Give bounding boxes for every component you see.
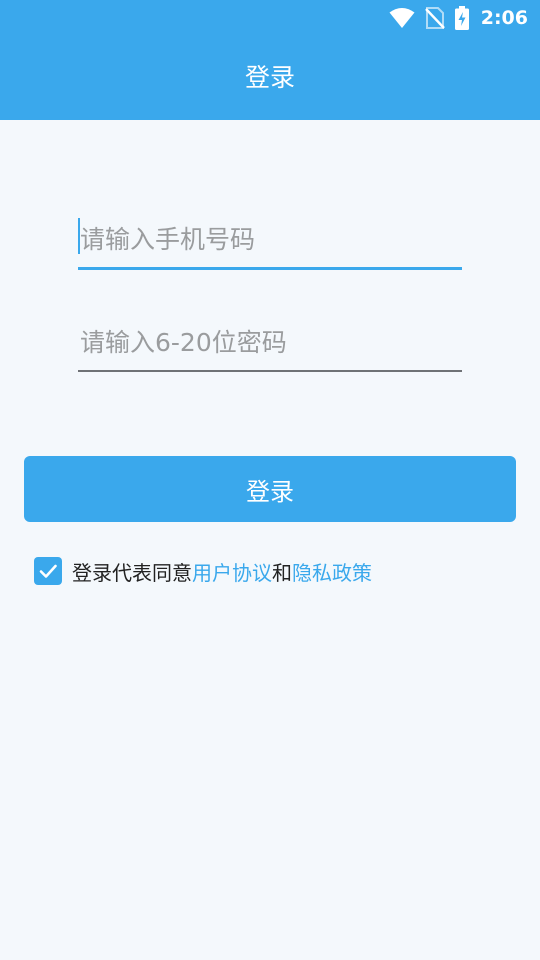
agreement-row: 登录代表同意 用户协议 和 隐私政策 (34, 556, 372, 586)
wifi-icon (389, 7, 415, 29)
user-agreement-link[interactable]: 用户协议 (192, 557, 272, 586)
phone-field (78, 212, 462, 270)
login-button-label: 登录 (246, 477, 294, 506)
status-icons: 2:06 (389, 5, 528, 31)
agreement-prefix: 登录代表同意 (72, 560, 192, 585)
agreement-checkbox[interactable] (34, 557, 62, 585)
battery-charging-icon (454, 6, 469, 30)
login-button[interactable]: 登录 (24, 456, 516, 522)
page-title: 登录 (244, 63, 295, 92)
text-caret (78, 218, 80, 254)
status-bar: 2:06 (0, 0, 540, 36)
password-field (78, 314, 462, 372)
no-sim-icon (424, 7, 445, 29)
password-input[interactable] (78, 314, 462, 370)
status-time: 2:06 (480, 7, 528, 29)
checkmark-icon (39, 564, 57, 578)
privacy-policy-link[interactable]: 隐私政策 (292, 557, 372, 586)
agreement-conjunction: 和 (272, 560, 292, 585)
app-header: 2:06 登录 (0, 0, 540, 120)
phone-input[interactable] (78, 212, 462, 267)
